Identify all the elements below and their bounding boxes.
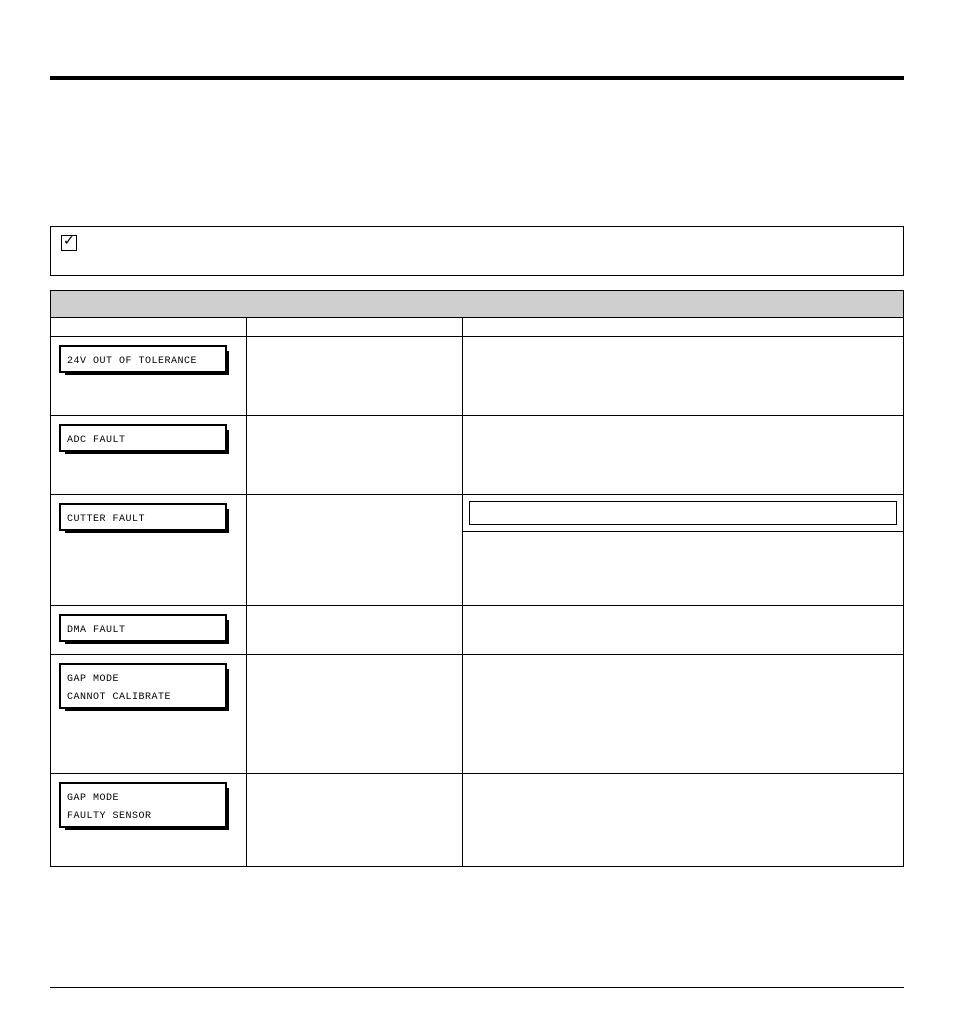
table-row: 24V OUT OF TOLERANCE (51, 337, 904, 416)
cell-message: GAP MODE CANNOT CALIBRATE (51, 655, 247, 774)
solution-subbox (469, 501, 897, 525)
cell-cause (247, 774, 463, 867)
cell-message: DMA FAULT (51, 606, 247, 655)
cell-solution (463, 606, 904, 655)
cell-solution (463, 416, 904, 495)
footer-rule (50, 987, 904, 988)
cell-cause (247, 655, 463, 774)
cell-cause (247, 495, 463, 606)
lcd-display: 24V OUT OF TOLERANCE (59, 345, 227, 373)
cell-solution (463, 337, 904, 416)
lcd-text: GAP MODE FAULTY SENSOR (67, 793, 152, 822)
table-row: ADC FAULT (51, 416, 904, 495)
cell-solution (463, 774, 904, 867)
table-row: GAP MODE FAULTY SENSOR (51, 774, 904, 867)
header-rule (50, 76, 904, 82)
lcd-text: DMA FAULT (67, 625, 126, 636)
lcd-text: ADC FAULT (67, 435, 126, 446)
page: 24V OUT OF TOLERANCE ADC FAULT CUTTER FA… (0, 76, 954, 1030)
lcd-text: CUTTER FAULT (67, 514, 145, 525)
lcd-display: GAP MODE CANNOT CALIBRATE (59, 663, 227, 709)
note-box (50, 226, 904, 276)
cell-message: GAP MODE FAULTY SENSOR (51, 774, 247, 867)
table-title-row (51, 291, 904, 318)
lcd-display: GAP MODE FAULTY SENSOR (59, 782, 227, 828)
cell-message: ADC FAULT (51, 416, 247, 495)
table-header-row (51, 318, 904, 337)
lcd-display: CUTTER FAULT (59, 503, 227, 531)
table-row: CUTTER FAULT (51, 495, 904, 606)
lcd-text: 24V OUT OF TOLERANCE (67, 356, 197, 367)
cell-cause (247, 606, 463, 655)
table-row: DMA FAULT (51, 606, 904, 655)
lcd-text: GAP MODE CANNOT CALIBRATE (67, 674, 171, 703)
cell-solution (463, 495, 904, 606)
cell-cause (247, 337, 463, 416)
cell-cause (247, 416, 463, 495)
table-row: GAP MODE CANNOT CALIBRATE (51, 655, 904, 774)
note-check-icon (61, 235, 77, 251)
col-header-solution (463, 318, 904, 337)
lcd-display: ADC FAULT (59, 424, 227, 452)
lcd-display: DMA FAULT (59, 614, 227, 642)
cell-message: CUTTER FAULT (51, 495, 247, 606)
col-header-cause (247, 318, 463, 337)
col-header-message (51, 318, 247, 337)
cell-solution (463, 655, 904, 774)
fault-table: 24V OUT OF TOLERANCE ADC FAULT CUTTER FA… (50, 290, 904, 867)
cell-message: 24V OUT OF TOLERANCE (51, 337, 247, 416)
table-title (51, 291, 904, 318)
